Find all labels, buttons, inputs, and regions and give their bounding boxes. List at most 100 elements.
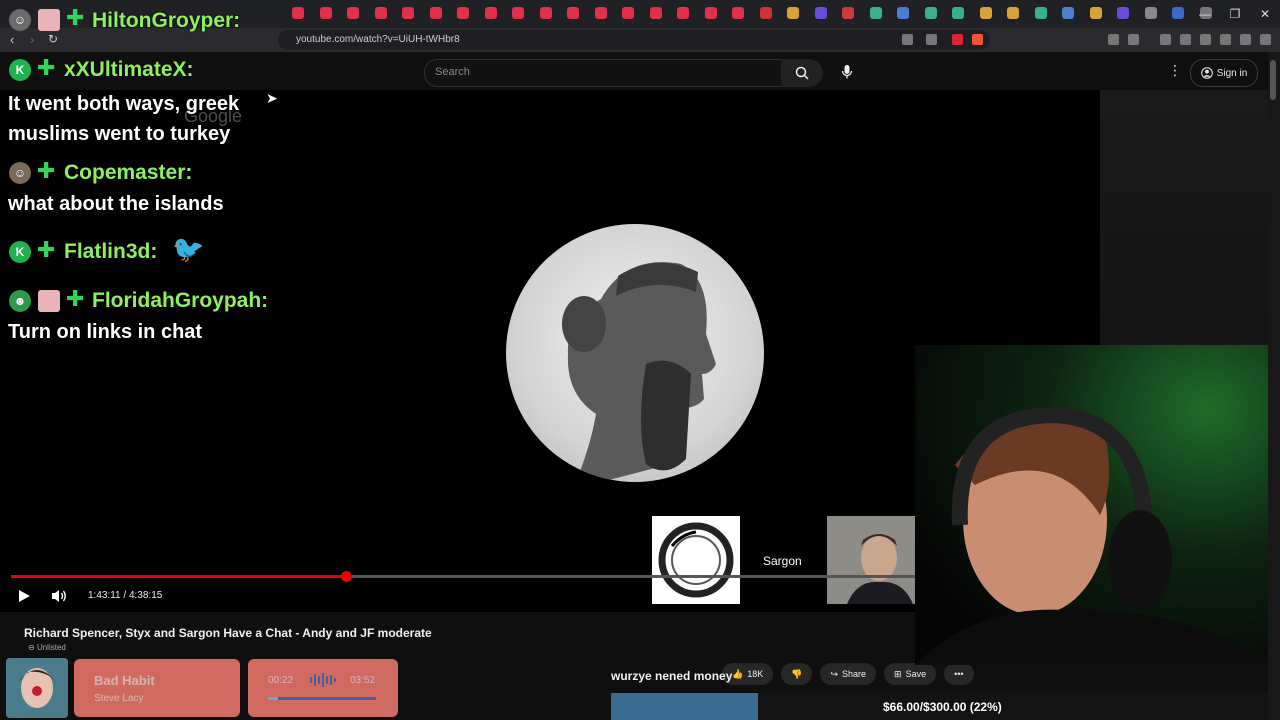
kick-badge-icon: K (9, 241, 31, 263)
browser-tab[interactable] (567, 7, 579, 19)
browser-tab[interactable] (319, 7, 332, 19)
window-controls: — ❐ ✕ (1190, 0, 1280, 28)
browser-tab[interactable] (1034, 7, 1047, 19)
reload-icon[interactable]: ↻ (48, 32, 58, 46)
back-icon[interactable]: ‹ (10, 32, 14, 47)
close-icon[interactable]: ✕ (1250, 0, 1280, 28)
share-button[interactable]: ↪ Share (820, 663, 877, 685)
browser-tab[interactable] (347, 7, 359, 19)
search-input[interactable]: Search (424, 59, 782, 87)
maximize-icon[interactable]: ❐ (1220, 0, 1250, 28)
plus-badge-icon: ✚ (37, 237, 56, 262)
browser-tab[interactable] (924, 7, 937, 19)
browser-tab[interactable] (622, 7, 634, 19)
extensions-icon[interactable] (1108, 34, 1119, 45)
save-label: Save (905, 669, 927, 679)
browser-tab[interactable] (759, 7, 772, 19)
browser-tab[interactable] (484, 7, 497, 19)
share-page-icon[interactable] (926, 34, 937, 45)
browser-tab[interactable] (814, 7, 827, 19)
browser-tab[interactable] (402, 7, 414, 19)
media-icon[interactable] (1160, 34, 1171, 45)
browser-tab[interactable] (732, 7, 744, 19)
browser-tab[interactable] (842, 7, 854, 19)
menu-icon[interactable] (1260, 34, 1271, 45)
browser-tab[interactable] (1062, 7, 1074, 19)
forward-icon[interactable]: › (30, 32, 34, 47)
song-progress-track (268, 697, 376, 700)
browser-tab[interactable] (457, 7, 469, 19)
browser-tab[interactable] (1089, 7, 1102, 19)
sargon-bust-image (506, 224, 764, 482)
progress-played (11, 575, 346, 578)
share-icon: ↪ (830, 668, 838, 679)
play-button[interactable] (16, 588, 32, 609)
browser-tab[interactable] (649, 7, 662, 19)
brave-shield-icon[interactable] (952, 34, 963, 45)
browser-tab[interactable] (1117, 7, 1129, 19)
browser-tab[interactable] (539, 7, 552, 19)
play-icon (19, 590, 30, 602)
browser-tab[interactable] (704, 7, 717, 19)
more-options-icon[interactable]: ⋮ (1168, 62, 1182, 79)
browser-tab[interactable] (952, 7, 964, 19)
chat-username: FloridahGroypah: (92, 289, 269, 312)
browser-tab[interactable] (292, 7, 304, 19)
waveform-icon (310, 673, 336, 687)
browser-tab[interactable] (374, 7, 387, 19)
download-icon[interactable] (1220, 34, 1231, 45)
frog-badge-icon: ☻ (9, 290, 31, 312)
stream-overlay-text: wurzye nened money (611, 669, 733, 683)
wallet-icon[interactable] (1128, 34, 1139, 45)
search-placeholder: Search (435, 66, 470, 78)
donation-goal-text: $66.00/$300.00 (22%) (883, 700, 1002, 714)
minimize-icon[interactable]: — (1190, 0, 1220, 28)
sign-in-button[interactable]: Sign in (1190, 59, 1258, 87)
sidebar-icon[interactable] (1180, 34, 1191, 45)
more-actions-button[interactable]: ••• (944, 663, 974, 685)
volume-button[interactable] (50, 588, 68, 609)
browser-tab[interactable] (1144, 7, 1157, 19)
browser-tab[interactable] (1172, 7, 1184, 19)
browser-tab[interactable] (429, 7, 442, 19)
donation-goal-bar: $66.00/$300.00 (22%) (611, 693, 1280, 720)
kick-badge-icon: K (9, 59, 31, 81)
song-duration: 03:52 (350, 675, 376, 686)
browser-tab[interactable] (869, 7, 882, 19)
bust-illustration (562, 262, 716, 482)
account-icon (1200, 67, 1213, 79)
dislike-button[interactable]: 👎 (781, 663, 813, 685)
chat-username: Flatlin3d: (64, 240, 158, 263)
plus-badge-icon: ✚ (37, 55, 56, 80)
browser-tab[interactable] (1007, 7, 1019, 19)
browser-tab[interactable] (787, 7, 799, 19)
chat-username: Copemaster: (64, 161, 193, 184)
more-horizontal-icon: ••• (954, 669, 964, 679)
browser-tab[interactable] (594, 7, 607, 19)
extension-icon[interactable] (902, 34, 913, 45)
chat-message: what about the islands (8, 193, 224, 215)
plus-badge-icon: ✚ (66, 286, 85, 311)
vpn-icon[interactable] (1240, 34, 1251, 45)
streamer-avatar (6, 658, 68, 718)
streamer-webcam-image (915, 406, 1280, 665)
page-scrollbar[interactable] (1268, 52, 1280, 720)
search-button[interactable] (781, 59, 823, 87)
song-progress-fill (268, 697, 278, 700)
thumbs-up-icon: 👍 (732, 668, 744, 679)
progress-scrubber[interactable] (341, 571, 352, 582)
browser-tab[interactable] (677, 7, 689, 19)
browser-tab[interactable] (979, 7, 992, 19)
microphone-icon (841, 65, 853, 79)
donation-goal-fill (611, 693, 758, 720)
ouroboros-logo-icon (658, 522, 734, 598)
bookmark-icon[interactable] (1200, 34, 1211, 45)
rewards-icon[interactable] (972, 34, 983, 45)
address-bar[interactable]: youtube.com/watch?v=UiUH-tWHbr8 (278, 30, 990, 50)
plus-badge-icon: ✚ (37, 158, 56, 183)
voice-search-button[interactable] (834, 59, 860, 85)
scrollbar-thumb[interactable] (1270, 60, 1276, 100)
browser-tab[interactable] (512, 7, 524, 19)
save-button[interactable]: ⊞ Save (884, 663, 937, 685)
browser-tab[interactable] (897, 7, 909, 19)
